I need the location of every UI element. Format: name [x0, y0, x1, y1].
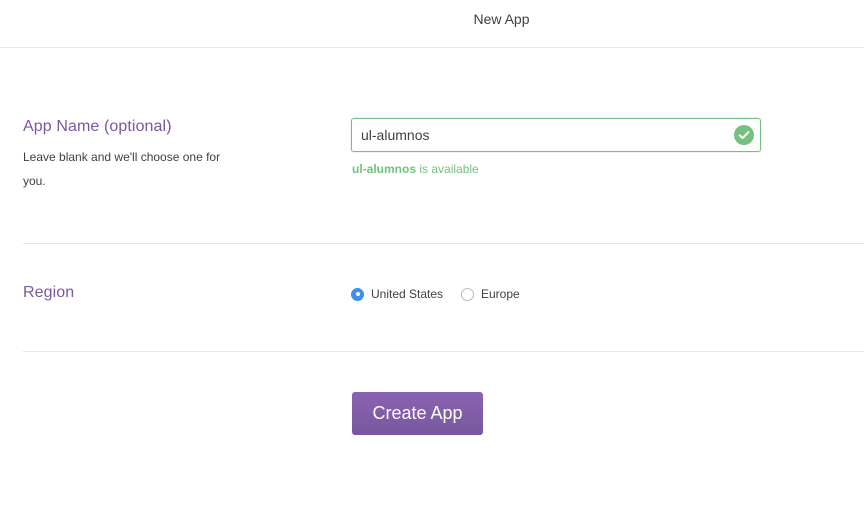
page-header: New App — [0, 0, 864, 48]
region-option-label: United States — [371, 287, 444, 301]
check-circle-icon — [734, 125, 754, 145]
region-radio-europe[interactable] — [461, 287, 474, 301]
app-name-label: App Name (optional) — [23, 118, 172, 135]
page-title: New App — [473, 11, 530, 27]
region-label: Region — [23, 284, 75, 301]
availability-message: ul-alumnos is available — [352, 162, 479, 176]
availability-suffix: is available — [416, 162, 479, 176]
availability-app-name: ul-alumnos — [352, 162, 417, 176]
section-divider — [23, 351, 864, 352]
region-option-europe[interactable]: Europe — [461, 286, 520, 302]
section-divider — [23, 243, 864, 244]
app-name-field[interactable] — [351, 118, 761, 152]
region-option-label: Europe — [481, 287, 520, 301]
region-radio-united-states[interactable] — [351, 287, 364, 301]
new-app-page: New App App Name (optional) Leave blank … — [0, 0, 864, 508]
region-option-united-states[interactable]: United States — [351, 286, 443, 302]
create-app-button[interactable]: Create App — [352, 392, 483, 435]
app-name-input[interactable] — [352, 119, 722, 151]
app-name-help-text: Leave blank and we'll choose one for you… — [23, 150, 221, 188]
